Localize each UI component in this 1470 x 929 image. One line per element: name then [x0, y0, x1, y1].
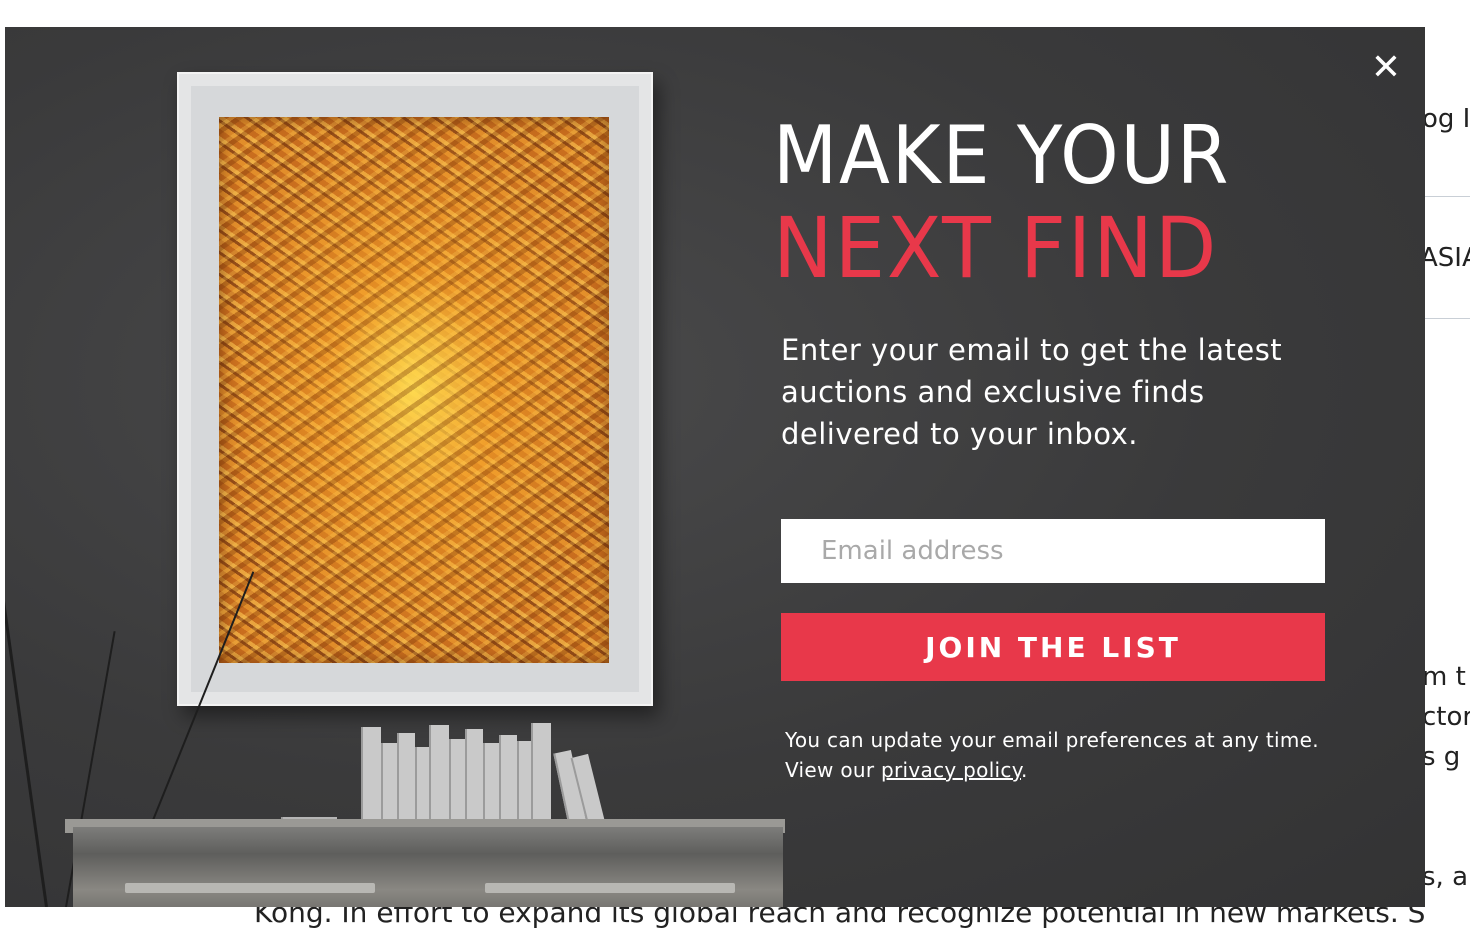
- book: [531, 723, 551, 827]
- close-icon[interactable]: ✕: [1369, 50, 1403, 86]
- background-text-fragment: s, a: [1422, 862, 1469, 892]
- book: [483, 743, 499, 827]
- headline-line-1: MAKE YOUR: [773, 109, 1231, 202]
- privacy-note-suffix: .: [1021, 758, 1028, 782]
- painting: [219, 117, 609, 663]
- email-input[interactable]: [781, 519, 1325, 583]
- background-nav-fragment: og In: [1422, 104, 1470, 134]
- book: [429, 725, 449, 827]
- book: [517, 741, 531, 827]
- headline-line-2: NEXT FIND: [773, 199, 1219, 297]
- privacy-note: You can update your email preferences at…: [785, 725, 1345, 785]
- background-text-fragment: s g: [1422, 742, 1461, 772]
- background-text-fragment: m t: [1422, 662, 1466, 692]
- privacy-policy-link[interactable]: privacy policy: [881, 758, 1021, 782]
- book: [415, 747, 429, 827]
- book: [397, 733, 415, 827]
- book: [449, 739, 465, 827]
- book: [381, 743, 397, 827]
- newsletter-modal: ✕ MAKE YOUR NEXT FIND Enter your email t…: [5, 27, 1425, 907]
- background-menu-fragment: ASIA: [1420, 243, 1470, 273]
- intro-text: Enter your email to get the latest aucti…: [781, 333, 1283, 451]
- book: [499, 735, 517, 827]
- book: [361, 727, 381, 827]
- join-the-list-button[interactable]: JOIN THE LIST: [781, 613, 1325, 681]
- drawer-handle: [485, 883, 735, 893]
- console-table: [73, 827, 783, 907]
- book: [465, 729, 483, 827]
- background-divider: [1425, 318, 1470, 319]
- hero-image: [5, 27, 805, 907]
- decor-branch: [5, 589, 48, 907]
- background-divider: [1425, 196, 1470, 197]
- drawer-handle: [125, 883, 375, 893]
- background-text-fragment: ctor: [1422, 702, 1470, 732]
- privacy-note-prefix: You can update your email preferences at…: [785, 728, 1319, 782]
